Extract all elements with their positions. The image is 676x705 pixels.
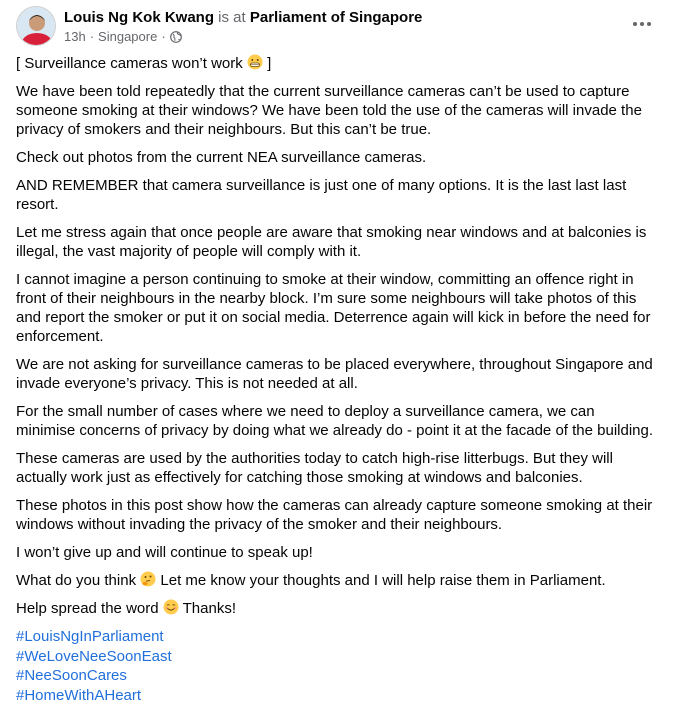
author-avatar[interactable] — [16, 6, 56, 46]
more-dots-icon — [633, 22, 637, 26]
smiling-face-emoji — [163, 599, 179, 615]
post-paragraph-2: We have been told repeatedly that the cu… — [16, 82, 656, 139]
meta-separator: · — [90, 28, 94, 45]
post-paragraph-9: These cameras are used by the authoritie… — [16, 449, 656, 487]
post-text: Thanks! — [179, 600, 236, 617]
post-place: Singapore — [98, 28, 157, 45]
author-line: Louis Ng Kok Kwang is at Parliament of S… — [64, 8, 422, 27]
post-paragraph-3: Check out photos from the current NEA su… — [16, 148, 656, 167]
hashtag-list: #LouisNgInParliament #WeLoveNeeSoonEast … — [16, 627, 656, 705]
post-text: What do you think — [16, 572, 140, 589]
post-paragraph-7: We are not asking for surveillance camer… — [16, 355, 656, 393]
post-text: Let me know your thoughts and I will hel… — [156, 572, 605, 589]
grimacing-face-emoji — [247, 54, 263, 70]
post-paragraph-1: [ Surveillance cameras won’t work ] — [16, 54, 656, 73]
post-paragraph-4: AND REMEMBER that camera surveillance is… — [16, 176, 656, 214]
location-link[interactable]: Parliament of Singapore — [250, 9, 423, 26]
post-text: [ Surveillance cameras won’t work — [16, 55, 247, 72]
facebook-post: Louis Ng Kok Kwang is at Parliament of S… — [0, 0, 676, 671]
is-at-text: is at — [218, 9, 246, 26]
post-header: Louis Ng Kok Kwang is at Parliament of S… — [16, 6, 660, 46]
post-paragraph-6: I cannot imagine a person continuing to … — [16, 270, 656, 346]
post-time-link[interactable]: 13h — [64, 28, 86, 45]
more-dot — [647, 22, 651, 26]
hashtag-link[interactable]: #LouisNgInParliament — [16, 627, 656, 647]
thinking-face-emoji — [140, 571, 156, 587]
post-paragraph-11: I won’t give up and will continue to spe… — [16, 543, 656, 562]
post-text: ] — [263, 55, 271, 72]
more-options-button[interactable] — [624, 6, 660, 42]
avatar-image — [17, 7, 56, 46]
hashtag-link[interactable]: #NeeSoonCares — [16, 666, 656, 686]
post-paragraph-12: What do you think Let me know your thoug… — [16, 571, 656, 590]
author-name-link[interactable]: Louis Ng Kok Kwang — [64, 9, 214, 26]
globe-icon[interactable] — [170, 31, 182, 43]
meta-separator: · — [161, 28, 165, 45]
post-paragraph-5: Let me stress again that once people are… — [16, 223, 656, 261]
post-meta: 13h · Singapore · — [64, 28, 182, 45]
post-text: Help spread the word — [16, 600, 163, 617]
hashtag-link[interactable]: #HomeWithAHeart — [16, 686, 656, 705]
post-paragraph-8: For the small number of cases where we n… — [16, 402, 656, 440]
hashtag-link[interactable]: #WeLoveNeeSoonEast — [16, 647, 656, 667]
post-paragraph-13: Help spread the word Thanks! — [16, 599, 656, 618]
post-paragraph-10: These photos in this post show how the c… — [16, 496, 656, 534]
post-body: [ Surveillance cameras won’t work ] We h… — [16, 54, 656, 705]
more-dot — [640, 22, 644, 26]
